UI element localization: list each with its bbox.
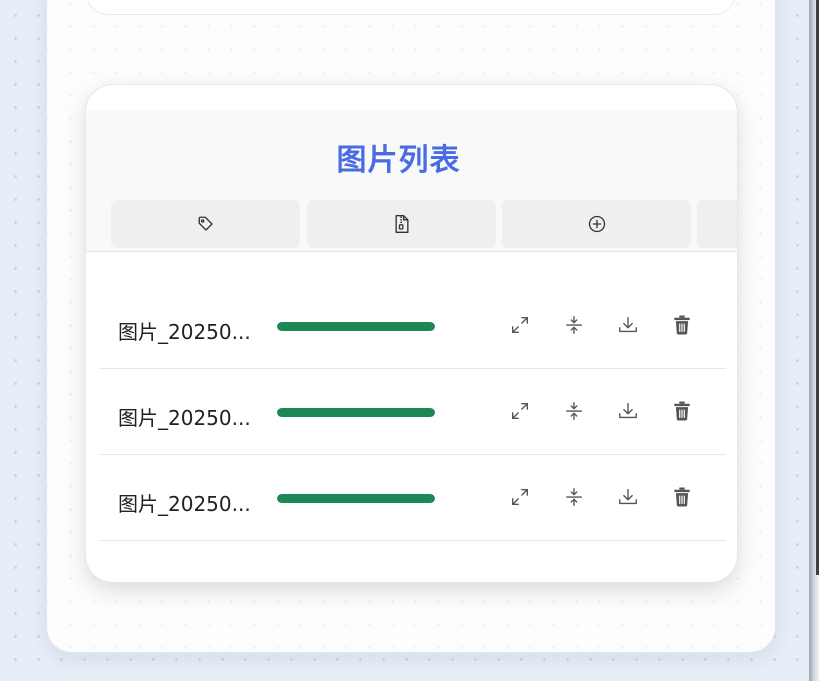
compress-button[interactable] xyxy=(561,312,587,338)
upload-progress-fill xyxy=(277,494,435,503)
tag-button[interactable] xyxy=(111,200,300,248)
tag-icon xyxy=(198,216,213,231)
compress-button[interactable] xyxy=(561,484,587,510)
expand-icon xyxy=(511,402,529,420)
upload-progress-fill xyxy=(277,322,435,331)
image-file-name: 图片_20250... xyxy=(118,320,251,344)
delete-button[interactable] xyxy=(669,398,695,424)
upload-progress-bar xyxy=(277,322,435,331)
top-card xyxy=(86,0,736,15)
image-list-card: 图片列表 图片_20250... 图片_20250... 图片_20250... xyxy=(85,84,738,583)
more-tool-button[interactable] xyxy=(697,200,737,248)
image-file-name: 图片_20250... xyxy=(118,406,251,430)
image-row: 图片_20250... xyxy=(99,455,726,541)
delete-button[interactable] xyxy=(669,484,695,510)
download-button[interactable] xyxy=(615,398,641,424)
image-file-name: 图片_20250... xyxy=(118,492,251,516)
compress-icon xyxy=(565,488,583,506)
download-button[interactable] xyxy=(615,312,641,338)
toolbar xyxy=(111,200,737,248)
expand-button[interactable] xyxy=(507,312,533,338)
download-button[interactable] xyxy=(615,484,641,510)
expand-button[interactable] xyxy=(507,484,533,510)
compress-icon xyxy=(565,402,583,420)
expand-icon xyxy=(511,488,529,506)
download-icon xyxy=(619,488,637,505)
image-row: 图片_20250... xyxy=(99,283,726,369)
delete-icon xyxy=(674,487,690,507)
panel-title: 图片列表 xyxy=(336,144,461,177)
delete-button[interactable] xyxy=(669,312,695,338)
delete-icon xyxy=(674,315,690,335)
add-image-button[interactable] xyxy=(502,200,691,248)
background-window-edge xyxy=(809,0,819,681)
zip-download-button[interactable] xyxy=(307,200,496,248)
download-icon xyxy=(619,402,637,419)
delete-icon xyxy=(674,401,690,421)
image-list: 图片_20250... 图片_20250... 图片_20250... xyxy=(99,283,726,541)
compress-button[interactable] xyxy=(561,398,587,424)
download-icon xyxy=(619,316,637,333)
image-list-header: 图片列表 xyxy=(86,111,737,252)
upload-progress-fill xyxy=(277,408,435,417)
expand-button[interactable] xyxy=(507,398,533,424)
image-row: 图片_20250... xyxy=(99,369,726,455)
upload-progress-bar xyxy=(277,408,435,417)
compress-icon xyxy=(565,316,583,334)
add-circle-icon xyxy=(588,215,605,233)
upload-progress-bar xyxy=(277,494,435,503)
zip-file-icon xyxy=(395,215,409,233)
expand-icon xyxy=(511,316,529,334)
